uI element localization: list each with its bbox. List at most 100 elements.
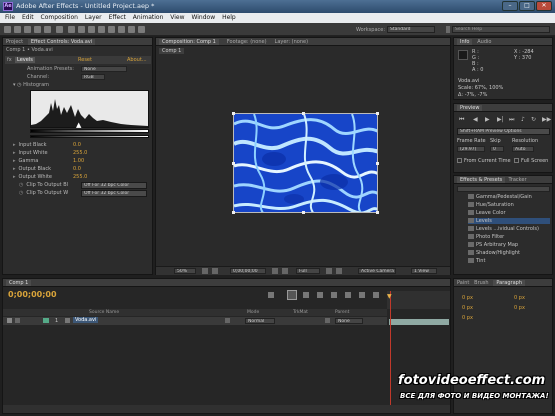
loop-icon[interactable]: ↻ bbox=[531, 116, 536, 123]
zoom-select[interactable]: 50% bbox=[174, 268, 196, 274]
eraser-tool-icon[interactable] bbox=[118, 26, 125, 33]
tab-effects-presets[interactable]: Effects & Presets bbox=[457, 177, 506, 183]
label-color-swatch[interactable] bbox=[43, 318, 49, 323]
zoom-tool-icon[interactable] bbox=[24, 26, 31, 33]
histogram-toggle[interactable]: ▾ ◷ Histogram bbox=[13, 82, 49, 88]
column-trkmat[interactable]: TrkMat bbox=[293, 310, 308, 315]
tab-effect-controls[interactable]: Effect Controls: Voda.avi bbox=[27, 39, 96, 45]
param-output-white[interactable]: ▸ Output White 255.0 bbox=[13, 174, 87, 180]
puppet-tool-icon[interactable] bbox=[138, 26, 145, 33]
column-parent[interactable]: Parent bbox=[335, 310, 349, 315]
animation-presets-select[interactable]: None bbox=[81, 66, 127, 72]
text-tool-icon[interactable] bbox=[88, 26, 95, 33]
pen-tool-icon[interactable] bbox=[78, 26, 85, 33]
maximize-button[interactable]: □ bbox=[519, 1, 535, 11]
layer-mode-select[interactable]: Normal bbox=[245, 318, 275, 324]
audio-icon[interactable]: ♪ bbox=[521, 116, 525, 123]
fx-switch-icon[interactable] bbox=[225, 318, 230, 323]
levels-effect-header[interactable]: fx Levels Reset About... bbox=[5, 56, 151, 64]
ram-preview-options[interactable]: Shift+RAM Preview Options bbox=[457, 128, 550, 135]
menu-composition[interactable]: Composition bbox=[41, 14, 78, 21]
clip-output-black-select[interactable]: Off For 32 bpc Color bbox=[81, 182, 147, 189]
mask-tool-icon[interactable] bbox=[68, 26, 75, 33]
from-current-time-checkbox[interactable]: From Current Time bbox=[457, 158, 511, 164]
ram-preview-icon[interactable]: ▶▶ bbox=[542, 116, 551, 123]
fx-toggle-icon[interactable]: fx bbox=[7, 57, 12, 63]
resolution-select[interactable]: Full bbox=[296, 268, 320, 274]
mask-visibility-icon[interactable] bbox=[212, 268, 218, 274]
transform-handle[interactable] bbox=[232, 162, 235, 165]
menu-effect[interactable]: Effect bbox=[109, 14, 126, 21]
param-value[interactable]: 255.0 bbox=[73, 174, 87, 180]
camera-tool-icon[interactable] bbox=[44, 26, 51, 33]
column-source-name[interactable]: Source Name bbox=[89, 310, 119, 315]
clone-tool-icon[interactable] bbox=[108, 26, 115, 33]
timeline-timecode[interactable]: 0;00;00;00 bbox=[8, 290, 57, 299]
effect-item[interactable]: Levels ...ividual Controls) bbox=[468, 226, 539, 232]
brainstorm-icon[interactable] bbox=[359, 292, 365, 298]
channel-select[interactable]: RGB bbox=[81, 74, 105, 80]
transparency-grid-icon[interactable] bbox=[336, 268, 342, 274]
frame-blending-icon[interactable] bbox=[331, 292, 337, 298]
full-screen-checkbox[interactable]: Full Screen bbox=[514, 158, 548, 164]
gamma-handle-icon[interactable]: ▲ bbox=[76, 121, 81, 129]
layer-name[interactable]: Voda.avi bbox=[73, 317, 99, 323]
param-input-white[interactable]: ▸ Input White 255.0 bbox=[13, 150, 87, 156]
tab-comp1-timeline[interactable]: Comp 1 bbox=[6, 280, 32, 286]
menu-edit[interactable]: Edit bbox=[22, 14, 34, 21]
menu-layer[interactable]: Layer bbox=[85, 14, 102, 21]
effect-item-selected[interactable]: Levels bbox=[468, 218, 550, 224]
footage-water-image[interactable] bbox=[233, 113, 378, 213]
layer-row[interactable]: 1 Voda.avi Normal None bbox=[3, 317, 387, 325]
effect-item[interactable]: Hue/Saturation bbox=[468, 202, 514, 208]
param-output-black[interactable]: ▸ Output Black 0.0 bbox=[13, 166, 81, 172]
clip-output-white-select[interactable]: Off For 32 bpc Color bbox=[81, 190, 147, 197]
time-ruler[interactable] bbox=[387, 291, 450, 309]
about-link[interactable]: About... bbox=[127, 57, 147, 63]
grid-icon[interactable] bbox=[202, 268, 208, 274]
menu-window[interactable]: Window bbox=[191, 14, 215, 21]
tab-footage[interactable]: Footage: (none) bbox=[227, 39, 267, 45]
parent-pickwhip-icon[interactable] bbox=[325, 318, 330, 323]
prev-frame-icon[interactable]: ◀ bbox=[473, 116, 478, 123]
transform-handle[interactable] bbox=[302, 211, 305, 214]
frame-rate-select[interactable]: (29.97) bbox=[457, 146, 485, 152]
first-frame-icon[interactable]: ⏮ bbox=[459, 116, 464, 124]
param-value[interactable]: 0.0 bbox=[73, 166, 81, 172]
last-frame-icon[interactable]: ⏭ bbox=[509, 116, 514, 124]
param-value[interactable]: 255.0 bbox=[73, 150, 87, 156]
transform-handle[interactable] bbox=[232, 211, 235, 214]
effect-item[interactable]: Photo Filter bbox=[468, 234, 504, 240]
graph-editor-icon[interactable] bbox=[373, 292, 379, 298]
transform-handle[interactable] bbox=[376, 112, 379, 115]
menu-help[interactable]: Help bbox=[222, 14, 236, 21]
selection-tool-icon[interactable] bbox=[4, 26, 11, 33]
comp-breadcrumb[interactable]: Comp 1 bbox=[159, 48, 185, 54]
transform-handle[interactable] bbox=[232, 112, 235, 115]
skip-select[interactable]: 0 bbox=[490, 146, 504, 152]
menu-view[interactable]: View bbox=[170, 14, 184, 21]
tab-paint[interactable]: Paint bbox=[457, 280, 469, 286]
playhead-handle-icon[interactable]: ▼ bbox=[387, 293, 392, 300]
param-gamma[interactable]: ▸ Gamma 1.00 bbox=[13, 158, 84, 164]
minimize-button[interactable]: – bbox=[502, 1, 518, 11]
space-after-value[interactable]: 0 px bbox=[514, 305, 525, 311]
search-help-input[interactable]: Search Help bbox=[452, 26, 550, 33]
layer-duration-bar[interactable] bbox=[389, 319, 449, 325]
region-of-interest-icon[interactable] bbox=[326, 268, 332, 274]
workspace-select[interactable]: Standard bbox=[387, 26, 435, 33]
output-gradient-slider[interactable] bbox=[30, 135, 149, 138]
menu-file[interactable]: File bbox=[5, 14, 15, 21]
layer-parent-select[interactable]: None bbox=[335, 318, 363, 324]
transform-handle[interactable] bbox=[376, 162, 379, 165]
tab-audio[interactable]: Audio bbox=[477, 39, 491, 45]
param-input-black[interactable]: ▸ Input Black 0.0 bbox=[13, 142, 81, 148]
effect-item[interactable]: Shadow/Highlight bbox=[468, 250, 520, 256]
comp-mini-flowchart-icon[interactable] bbox=[268, 292, 274, 298]
indent-left-value[interactable]: 0 px bbox=[462, 295, 473, 301]
resolution-select-preview[interactable]: Auto bbox=[512, 146, 534, 152]
brush-tool-icon[interactable] bbox=[98, 26, 105, 33]
effect-item[interactable]: Gamma/Pedestal/Gain bbox=[468, 194, 532, 200]
transform-handle[interactable] bbox=[376, 211, 379, 214]
draft-3d-icon[interactable] bbox=[303, 292, 309, 298]
